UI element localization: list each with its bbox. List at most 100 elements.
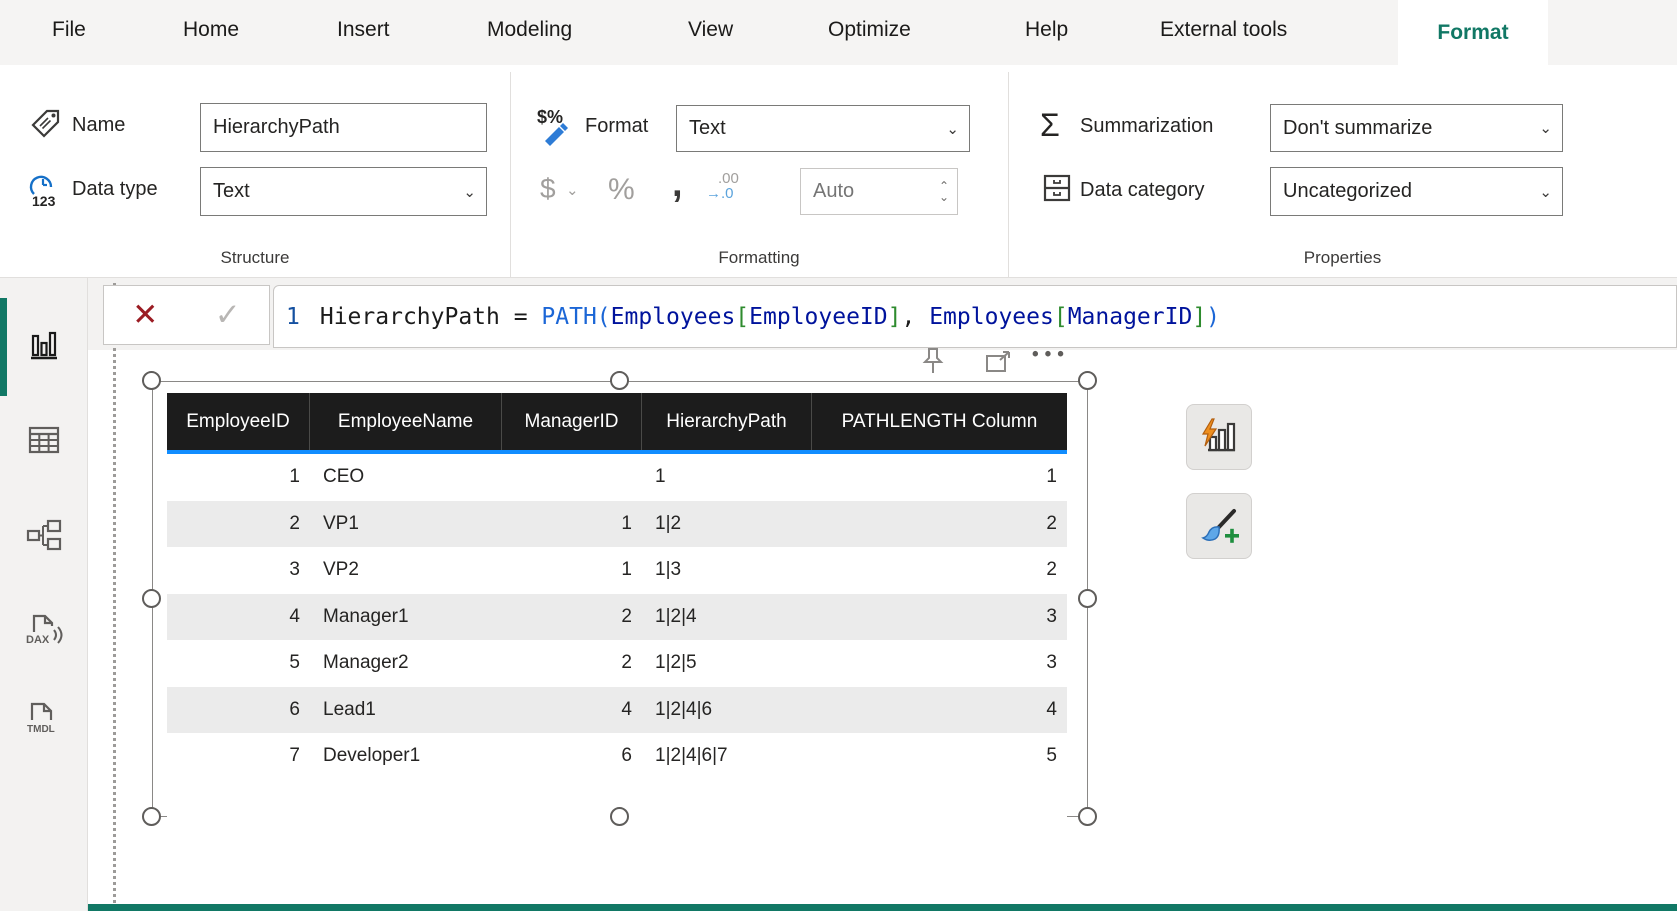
group-label-structure: Structure bbox=[0, 248, 510, 274]
column-header-employeename[interactable]: EmployeeName bbox=[310, 393, 502, 450]
formula-input[interactable]: 1 HierarchyPath = PATH(Employees[Employe… bbox=[273, 285, 1677, 348]
menu-item-file[interactable]: File bbox=[52, 18, 86, 42]
ribbon-group-divider bbox=[510, 72, 511, 277]
menu-item-insert[interactable]: Insert bbox=[337, 18, 390, 42]
resize-handle-middle-right[interactable] bbox=[1078, 589, 1097, 608]
summarization-label: Summarization bbox=[1080, 115, 1213, 138]
page-edge-dotted-line bbox=[113, 283, 116, 903]
table-body: 1CEO112VP111|223VP211|324Manager121|2|43… bbox=[167, 454, 1067, 780]
resize-handle-bottom-middle[interactable] bbox=[610, 807, 629, 826]
table-cell: 1|2|4|6 bbox=[642, 687, 812, 734]
column-header-managerid[interactable]: ManagerID bbox=[502, 393, 642, 450]
focus-mode-icon[interactable] bbox=[984, 350, 1012, 376]
name-input[interactable] bbox=[200, 103, 487, 152]
thousands-separator-icon[interactable]: , bbox=[672, 163, 683, 206]
decimal-top: .00 bbox=[706, 171, 739, 186]
table-cell: Manager1 bbox=[310, 594, 502, 641]
table-cell: Lead1 bbox=[310, 687, 502, 734]
table-visual[interactable]: EmployeeIDEmployeeNameManagerIDHierarchy… bbox=[167, 393, 1067, 817]
quick-visual-icon bbox=[1199, 417, 1239, 457]
data-type-select[interactable]: Text ⌄ bbox=[200, 167, 487, 216]
summarization-select[interactable]: Don't summarize ⌄ bbox=[1270, 104, 1563, 152]
menu-item-external-tools[interactable]: External tools bbox=[1160, 18, 1287, 42]
page-bar-edge bbox=[88, 904, 1677, 911]
table-cell: 3 bbox=[812, 640, 1067, 687]
table-cell: VP1 bbox=[310, 501, 502, 548]
menu-item-help[interactable]: Help bbox=[1025, 18, 1068, 42]
ribbon-group-divider bbox=[1008, 72, 1009, 277]
resize-handle-top-right[interactable] bbox=[1078, 371, 1097, 390]
sidebar-item-tmdl-view[interactable]: TMDL bbox=[0, 682, 88, 754]
sidebar-item-model-view[interactable] bbox=[0, 500, 88, 572]
menu-item-modeling[interactable]: Modeling bbox=[487, 18, 572, 42]
table-header-row: EmployeeIDEmployeeNameManagerIDHierarchy… bbox=[167, 393, 1067, 450]
table-cell: 1|2|4 bbox=[642, 594, 812, 641]
data-type-value: Text bbox=[213, 180, 250, 203]
spinner-arrows[interactable]: ⌃⌄ bbox=[939, 181, 949, 203]
data-category-value: Uncategorized bbox=[1283, 180, 1412, 203]
formula-token: HierarchyPath bbox=[320, 304, 500, 330]
name-tag-icon bbox=[28, 106, 64, 142]
data-category-select[interactable]: Uncategorized ⌄ bbox=[1270, 167, 1563, 216]
table-row: 2VP111|22 bbox=[167, 501, 1067, 548]
resize-handle-middle-left[interactable] bbox=[142, 589, 161, 608]
menu-item-optimize[interactable]: Optimize bbox=[828, 18, 911, 42]
format-label: Format bbox=[585, 115, 648, 138]
resize-handle-bottom-right[interactable] bbox=[1078, 807, 1097, 826]
resize-handle-top-left[interactable] bbox=[142, 371, 161, 390]
formula-token: [ bbox=[735, 304, 749, 330]
group-label-formatting: Formatting bbox=[510, 248, 1008, 274]
model-view-icon bbox=[25, 517, 63, 555]
data-category-icon bbox=[1040, 171, 1074, 205]
decimal-places-input[interactable] bbox=[801, 180, 911, 203]
column-header-employeeid[interactable]: EmployeeID bbox=[167, 393, 310, 450]
quick-create-visual-button[interactable] bbox=[1186, 404, 1252, 470]
sidebar-item-table-view[interactable] bbox=[0, 404, 88, 476]
currency-chevron-icon[interactable]: ⌄ bbox=[566, 181, 579, 199]
menu-item-format-active[interactable]: Format bbox=[1398, 0, 1548, 65]
chevron-down-icon: ⌄ bbox=[1539, 183, 1552, 201]
table-row: 4Manager121|2|43 bbox=[167, 594, 1067, 641]
resize-handle-top-middle[interactable] bbox=[610, 371, 629, 390]
commit-formula-button[interactable]: ✓ bbox=[215, 297, 241, 333]
table-row: 7Developer161|2|4|6|75 bbox=[167, 733, 1067, 780]
formula-token: Employees bbox=[929, 304, 1054, 330]
summarization-value: Don't summarize bbox=[1283, 117, 1432, 140]
table-cell: 3 bbox=[812, 594, 1067, 641]
column-header-hierarchypath[interactable]: HierarchyPath bbox=[642, 393, 812, 450]
formula-token: [ bbox=[1054, 304, 1068, 330]
decimal-places-icon[interactable]: .00 →.0 bbox=[706, 171, 739, 201]
format-select[interactable]: Text ⌄ bbox=[676, 105, 970, 152]
menu-item-view[interactable]: View bbox=[688, 18, 733, 42]
group-label-properties: Properties bbox=[1008, 248, 1677, 274]
format-brush-add-icon bbox=[1198, 505, 1240, 547]
menu-item-home[interactable]: Home bbox=[183, 18, 239, 42]
table-cell: 5 bbox=[167, 640, 310, 687]
formula-token: ManagerID bbox=[1068, 304, 1193, 330]
table-row: 3VP211|32 bbox=[167, 547, 1067, 594]
table-cell: 2 bbox=[812, 547, 1067, 594]
table-cell: 1|2|5 bbox=[642, 640, 812, 687]
table-cell: 4 bbox=[502, 687, 642, 734]
formula-validation-box: ✕ ✓ bbox=[103, 285, 270, 345]
data-type-icon: 123 bbox=[24, 169, 64, 209]
table-cell: 7 bbox=[167, 733, 310, 780]
table-cell: Manager2 bbox=[310, 640, 502, 687]
percent-format-icon[interactable]: % bbox=[608, 173, 635, 207]
sidebar-item-report-view[interactable] bbox=[0, 310, 88, 382]
chevron-down-icon: ⌄ bbox=[1539, 119, 1552, 137]
format-visual-button[interactable] bbox=[1186, 493, 1252, 559]
table-cell: 6 bbox=[502, 733, 642, 780]
cancel-formula-button[interactable]: ✕ bbox=[132, 297, 158, 333]
sidebar-item-dax-query-view[interactable]: DAX bbox=[0, 594, 88, 666]
resize-handle-bottom-left[interactable] bbox=[142, 807, 161, 826]
pin-visual-icon[interactable] bbox=[920, 346, 946, 378]
table-cell: 2 bbox=[167, 501, 310, 548]
table-cell: 1 bbox=[502, 547, 642, 594]
table-cell: CEO bbox=[310, 454, 502, 501]
currency-format-icon[interactable]: $ bbox=[540, 173, 556, 205]
formula-line-number: 1 bbox=[286, 304, 300, 330]
formula-token: ) bbox=[1206, 304, 1220, 330]
column-header-pathlength-column[interactable]: PATHLENGTH Column bbox=[812, 393, 1067, 450]
name-label: Name bbox=[72, 114, 125, 137]
